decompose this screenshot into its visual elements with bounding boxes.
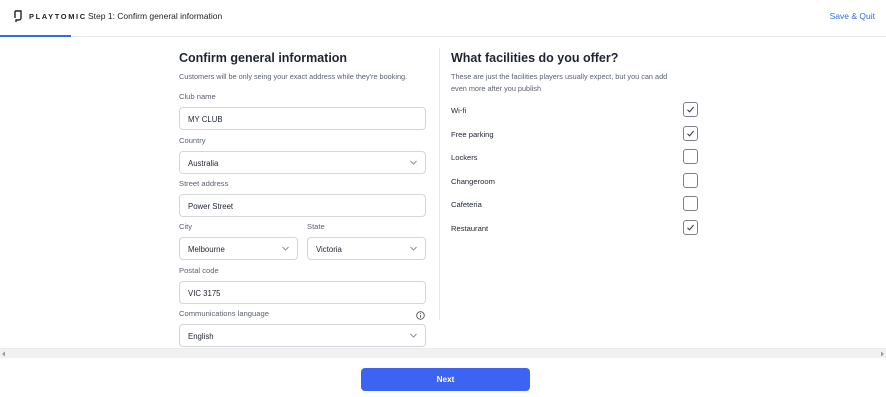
city-select[interactable]: Melbourne — [179, 237, 298, 260]
club-name-input[interactable]: MY CLUB — [179, 107, 426, 130]
facility-label: Restaurant — [451, 224, 489, 233]
facility-checkbox[interactable] — [683, 125, 698, 141]
brand-name: PLAYTOMIC — [29, 12, 87, 21]
chevron-down-icon — [410, 333, 417, 338]
postal-value: VIC 3175 — [188, 289, 221, 298]
street-value: Power Street — [188, 202, 234, 211]
chevron-down-icon — [410, 246, 417, 251]
facility-checkbox[interactable] — [683, 102, 698, 117]
checkmark-icon — [687, 106, 695, 113]
language-select[interactable]: English — [179, 324, 426, 347]
facilities-title: What facilities do you offer? — [451, 51, 619, 65]
country-value: Australia — [188, 159, 219, 168]
state-label: State — [307, 222, 325, 231]
postal-label: Postal code — [179, 266, 219, 275]
state-value: Victoria — [316, 245, 342, 254]
progress-bar — [0, 35, 71, 37]
facility-checkbox[interactable] — [683, 172, 698, 188]
country-label: Country — [179, 136, 206, 145]
scroll-left-icon[interactable] — [1, 351, 6, 357]
facility-label: Cafeteria — [451, 200, 482, 210]
chevron-down-icon — [282, 246, 289, 251]
scroll-right-icon[interactable] — [880, 351, 885, 357]
checkmark-icon — [687, 130, 695, 137]
facility-label: Free parking — [451, 129, 494, 139]
playtomic-logo[interactable]: PLAYTOMIC — [13, 10, 87, 23]
column-divider — [439, 48, 440, 320]
facility-checkbox[interactable] — [683, 149, 698, 165]
street-label: Street address — [179, 179, 229, 188]
club-name-label: Club name — [179, 92, 216, 101]
city-value: Melbourne — [188, 245, 225, 254]
info-icon[interactable] — [416, 311, 425, 320]
facility-label: Changeroom — [451, 176, 495, 186]
checkmark-icon — [687, 224, 695, 231]
postal-input[interactable]: VIC 3175 — [179, 281, 426, 304]
facility-checkbox[interactable] — [683, 196, 698, 212]
street-input[interactable]: Power Street — [179, 194, 426, 217]
facilities-subtitle-line2: even more after you publish — [451, 84, 542, 93]
language-label: Communications language — [179, 309, 269, 318]
facility-label: Lockers — [451, 153, 478, 163]
facility-label: Wi-fi — [451, 106, 467, 115]
language-value: English — [188, 332, 214, 341]
general-title: Confirm general information — [179, 51, 348, 65]
playtomic-logo-icon — [13, 10, 23, 23]
country-select[interactable]: Australia — [179, 151, 426, 174]
state-select[interactable]: Victoria — [307, 237, 426, 260]
facilities-subtitle-line1: These are just the facilities players us… — [451, 72, 668, 81]
step-title: Step 1: Confirm general information — [88, 11, 223, 21]
next-button[interactable]: Next — [361, 368, 530, 391]
city-label: City — [179, 222, 193, 231]
general-subtitle: Customers will be only seing your exact … — [179, 72, 408, 81]
club-name-value: MY CLUB — [188, 115, 223, 124]
horizontal-scrollbar[interactable] — [0, 348, 886, 358]
chevron-down-icon — [410, 160, 417, 165]
save-quit-link[interactable]: Save & Quit — [830, 11, 875, 21]
top-bar: PLAYTOMIC Step 1: Confirm general inform… — [0, 0, 886, 37]
facility-checkbox[interactable] — [683, 220, 698, 235]
